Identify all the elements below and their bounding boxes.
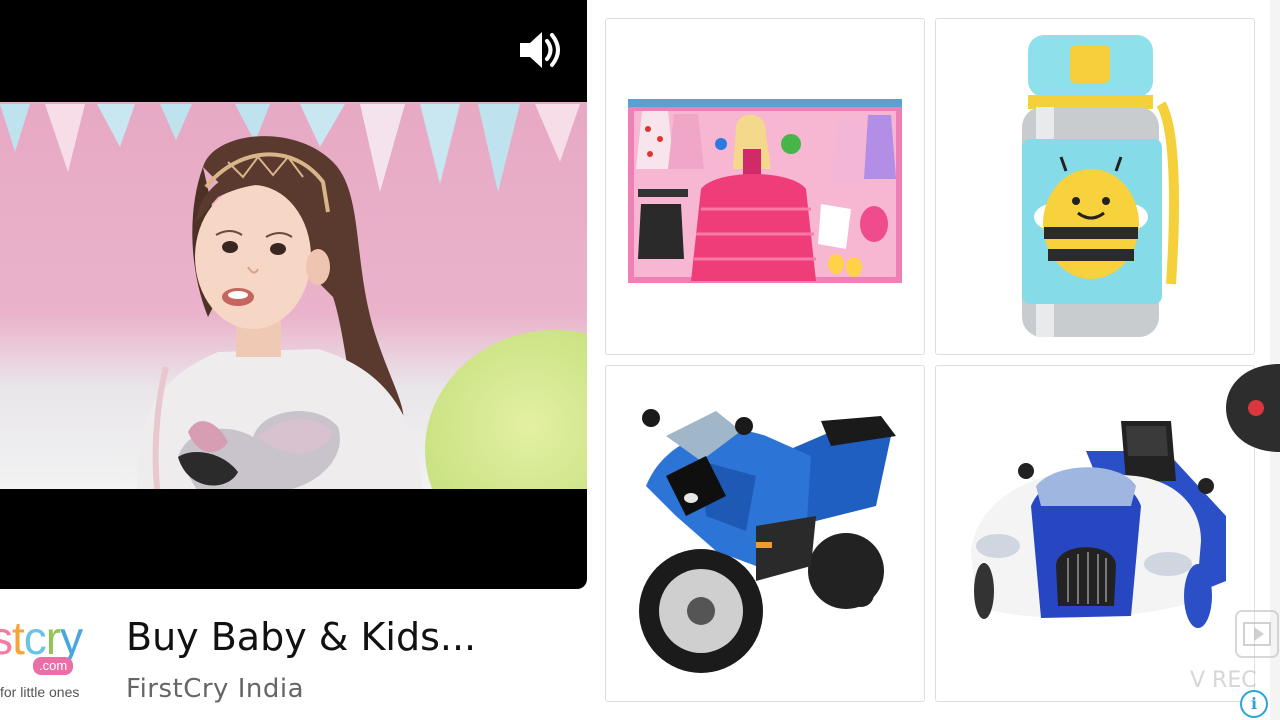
- girl-figure: [137, 136, 423, 489]
- screen-recorder-watermark: V REC: [1190, 668, 1257, 693]
- ride-on-car-icon: [971, 421, 1226, 628]
- ad-title[interactable]: Buy Baby & Kids...: [126, 614, 476, 660]
- logo-tagline: for little ones: [0, 684, 80, 700]
- ad-info-icon[interactable]: i: [1240, 690, 1268, 718]
- video-player[interactable]: [0, 0, 587, 589]
- logo-letter: t: [12, 612, 25, 664]
- product-card-doll-playset[interactable]: [605, 18, 925, 355]
- bee-water-bottle-icon: [1022, 35, 1179, 337]
- logo-domain-badge: .com: [33, 657, 74, 675]
- advertiser-logo[interactable]: stcry .com for little ones: [0, 612, 105, 707]
- product-card-ride-on-bike[interactable]: [605, 365, 925, 702]
- ad-page: stcry .com for little ones Buy Baby & Ki…: [0, 0, 1280, 720]
- green-ball: [425, 330, 587, 489]
- ride-on-motorcycle-icon: [639, 409, 896, 673]
- product-card-bee-bottle[interactable]: [935, 18, 1255, 355]
- logo-letter: s: [0, 612, 13, 664]
- video-frame[interactable]: [0, 102, 587, 489]
- record-button[interactable]: [1226, 364, 1280, 452]
- doll-playset-icon: [628, 99, 902, 283]
- record-dot-icon: [1248, 400, 1264, 416]
- volume-icon[interactable]: [514, 27, 562, 73]
- video-play-overlay-icon[interactable]: [1234, 609, 1280, 659]
- advertiser-name[interactable]: FirstCry India: [126, 673, 304, 705]
- product-card-ride-on-car[interactable]: [935, 365, 1255, 702]
